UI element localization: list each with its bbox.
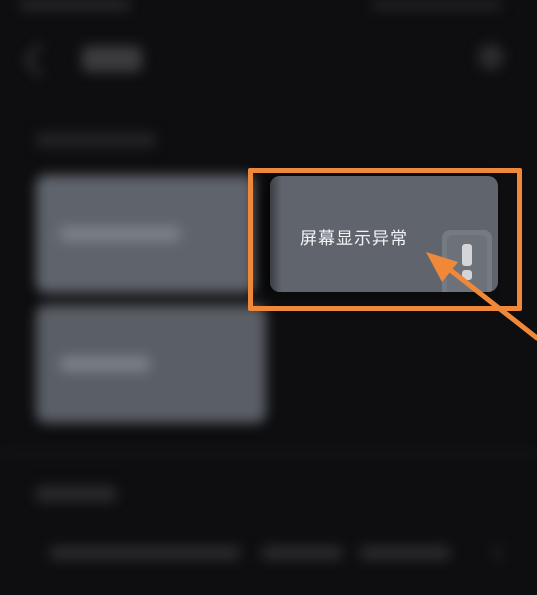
warning-icon-dot — [462, 270, 472, 280]
card-label-blurred — [60, 357, 150, 371]
list-item-text-blurred — [262, 546, 342, 560]
status-bar-right — [372, 0, 502, 10]
section-label-blurred — [36, 132, 156, 148]
status-bar-left — [20, 0, 130, 10]
chevron-right-icon — [485, 543, 504, 562]
option-card[interactable] — [36, 175, 256, 293]
divider — [0, 452, 537, 456]
more-icon[interactable] — [478, 44, 504, 70]
card-edge-shadow — [270, 176, 282, 292]
screen-display-issue-card[interactable]: 屏幕显示异常 — [270, 176, 498, 292]
blurred-background — [0, 0, 537, 595]
back-arrow-icon[interactable] — [23, 43, 57, 77]
warning-icon — [442, 230, 492, 292]
card-label: 屏幕显示异常 — [300, 229, 408, 249]
section-label-blurred — [36, 486, 116, 502]
option-card[interactable] — [36, 305, 266, 423]
warning-icon-bar — [462, 244, 472, 266]
list-item-text-blurred[interactable] — [50, 546, 240, 560]
list-item-text-blurred — [360, 546, 450, 560]
page-title-blurred — [82, 46, 142, 72]
screen: 屏幕显示异常 — [0, 0, 537, 595]
card-label-blurred — [60, 227, 180, 241]
